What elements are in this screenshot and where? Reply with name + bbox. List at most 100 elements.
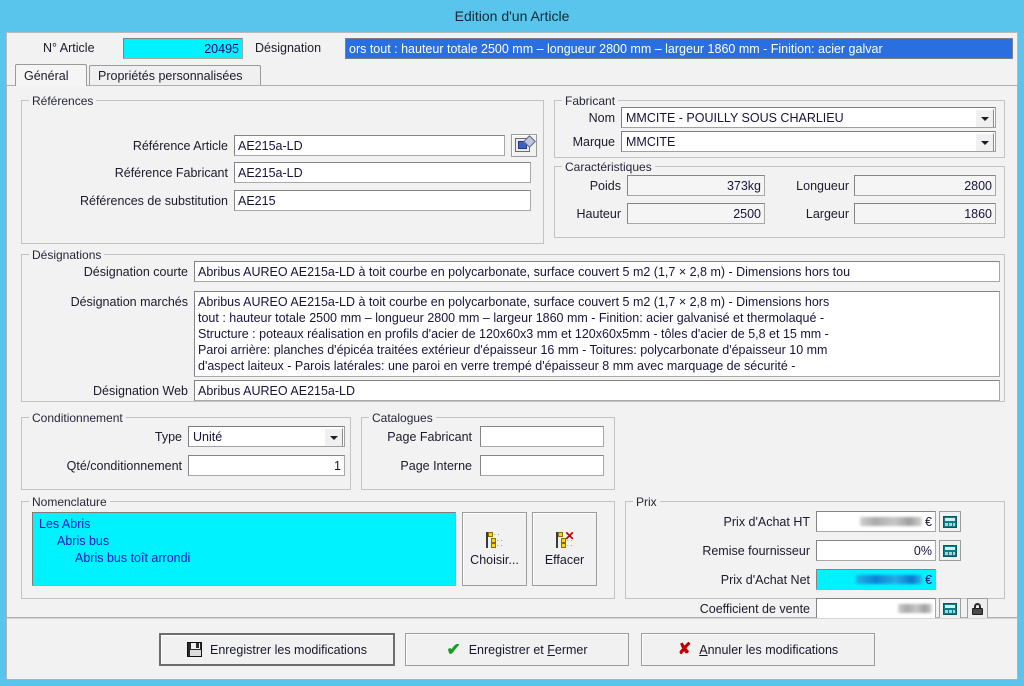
save-button[interactable]: Enregistrer les modifications bbox=[159, 633, 395, 666]
page-fabricant-label: Page Fabricant bbox=[387, 430, 472, 444]
clear-node-icon: ·· ·· ✕ bbox=[555, 528, 575, 550]
currency-symbol: € bbox=[925, 514, 932, 529]
designation-web-input[interactable]: Abribus AUREO AE215a-LD bbox=[194, 380, 1000, 401]
save-and-close-button-label: Enregistrer et Fermer bbox=[468, 642, 588, 657]
conditionnement-group: Conditionnement Type Unité Qté/condition… bbox=[21, 411, 351, 490]
lock-icon bbox=[972, 602, 983, 615]
chevron-down-icon[interactable] bbox=[975, 133, 994, 151]
longueur-input[interactable]: 2800 bbox=[854, 175, 996, 196]
window-titlebar: Edition d'un Article bbox=[0, 0, 1024, 32]
conditionnement-type-value: Unité bbox=[193, 429, 223, 444]
poids-input[interactable]: 373kg bbox=[627, 175, 765, 196]
currency-symbol: € bbox=[925, 572, 932, 587]
prix-achat-net-label: Prix d'Achat Net bbox=[720, 573, 810, 587]
coefficient-vente-calculator-button[interactable] bbox=[939, 598, 961, 619]
chevron-down-icon[interactable] bbox=[324, 428, 343, 446]
close-icon: ✕ bbox=[564, 528, 575, 543]
caracteristiques-group-title: Caractéristiques bbox=[562, 160, 655, 174]
prix-group: Prix Prix d'Achat HT € Remise fournisseu… bbox=[625, 495, 1005, 677]
references-substitution-input[interactable]: AE215 bbox=[234, 190, 531, 211]
effacer-button[interactable]: ·· ·· ✕ Effacer bbox=[532, 512, 597, 586]
designation-label: Désignation bbox=[255, 41, 322, 55]
chevron-down-icon[interactable] bbox=[975, 109, 994, 127]
catalogues-group-title: Catalogues bbox=[369, 411, 436, 425]
document-properties-icon bbox=[515, 134, 536, 154]
close-icon: ✘ bbox=[677, 640, 692, 658]
coefficient-vente-label: Coefficient de vente bbox=[699, 602, 810, 616]
prix-achat-ht-calculator-button[interactable] bbox=[939, 511, 961, 532]
coefficient-vente-input[interactable] bbox=[816, 598, 936, 619]
article-number-input[interactable]: 20495 bbox=[123, 38, 243, 59]
tab-strip: Général Propriétés personnalisées bbox=[6, 63, 1018, 86]
nomenclature-tree-node[interactable]: Abris bus bbox=[39, 533, 449, 550]
qte-conditionnement-input[interactable]: 1 bbox=[188, 455, 345, 476]
general-tab-panel: Références Référence Article AE215a-LD R… bbox=[6, 85, 1018, 677]
reference-fabricant-label: Référence Fabricant bbox=[114, 166, 228, 180]
designation-marches-textarea[interactable]: Abribus AUREO AE215a-LD à toit courbe en… bbox=[194, 291, 1000, 377]
tab-proprietes-label: Propriétés personnalisées bbox=[98, 69, 243, 83]
calculator-icon bbox=[943, 602, 957, 615]
save-and-close-button[interactable]: ✔ Enregistrer et Fermer bbox=[405, 633, 629, 666]
prix-achat-net-input[interactable]: € bbox=[816, 569, 936, 590]
caracteristiques-group: Caractéristiques Poids 373kg Longueur 28… bbox=[554, 160, 1005, 238]
nomenclature-tree[interactable]: Les Abris Abris bus Abris bus toît arron… bbox=[32, 512, 456, 586]
reference-article-input[interactable]: AE215a-LD bbox=[234, 135, 505, 156]
window-title: Edition d'un Article bbox=[454, 8, 570, 24]
nomenclature-group-title: Nomenclature bbox=[29, 495, 110, 509]
coefficient-vente-lock-button[interactable] bbox=[967, 598, 988, 619]
fabricant-group: Fabricant Nom MMCITE - POUILLY SOUS CHAR… bbox=[554, 94, 1005, 158]
prix-group-title: Prix bbox=[633, 495, 660, 509]
designation-courte-input[interactable]: Abribus AUREO AE215a-LD à toit courbe en… bbox=[194, 261, 1000, 282]
reference-fabricant-input[interactable]: AE215a-LD bbox=[234, 162, 531, 183]
prix-achat-ht-input[interactable]: € bbox=[816, 511, 936, 532]
masked-value bbox=[860, 517, 923, 526]
fabricant-marque-select[interactable]: MMCITE bbox=[621, 131, 996, 152]
remise-fournisseur-label: Remise fournisseur bbox=[702, 544, 810, 558]
designation-marches-line: Abribus AUREO AE215a-LD à toit courbe en… bbox=[198, 295, 830, 309]
page-fabricant-input[interactable] bbox=[480, 426, 604, 447]
designation-marches-line: d'aspect laiteux - Parois latérales: une… bbox=[198, 359, 796, 373]
fabricant-group-title: Fabricant bbox=[562, 94, 619, 108]
effacer-button-label: Effacer bbox=[544, 552, 585, 567]
article-number-label: N° Article bbox=[43, 41, 95, 55]
tab-general-label: Général bbox=[24, 68, 69, 83]
fabricant-marque-value: MMCITE bbox=[626, 134, 676, 149]
remise-fournisseur-input[interactable]: 0% bbox=[816, 540, 936, 561]
conditionnement-type-label: Type bbox=[154, 430, 182, 444]
cancel-button-label: Annuler les modifications bbox=[699, 642, 839, 657]
designations-group-title: Désignations bbox=[29, 248, 105, 262]
document-properties-icon-button[interactable] bbox=[511, 134, 537, 157]
conditionnement-group-title: Conditionnement bbox=[29, 411, 126, 425]
calculator-icon bbox=[943, 544, 957, 557]
save-button-label: Enregistrer les modifications bbox=[209, 642, 367, 657]
designation-marches-line: Paroi arrière: planches d'épicéa traitée… bbox=[198, 343, 828, 357]
remise-fournisseur-calculator-button[interactable] bbox=[939, 540, 961, 561]
fabricant-nom-select[interactable]: MMCITE - POUILLY SOUS CHARLIEU bbox=[621, 107, 996, 128]
cancel-button[interactable]: ✘ Annuler les modifications bbox=[641, 633, 875, 666]
references-substitution-label: Références de substitution bbox=[79, 194, 228, 208]
designation-web-label: Désignation Web bbox=[93, 384, 188, 398]
choisir-button[interactable]: ·· ·· ·· Choisir... bbox=[462, 512, 527, 586]
references-group: Références Référence Article AE215a-LD R… bbox=[21, 94, 544, 244]
masked-value bbox=[898, 604, 932, 613]
page-interne-label: Page Interne bbox=[400, 459, 472, 473]
largeur-input[interactable]: 1860 bbox=[854, 203, 996, 224]
longueur-label: Longueur bbox=[796, 179, 849, 193]
tab-proprietes-personnalisees[interactable]: Propriétés personnalisées bbox=[89, 65, 261, 86]
conditionnement-type-select[interactable]: Unité bbox=[188, 426, 345, 447]
designation-courte-label: Désignation courte bbox=[83, 265, 188, 279]
fabricant-nom-label: Nom bbox=[588, 111, 615, 125]
hauteur-input[interactable]: 2500 bbox=[627, 203, 765, 224]
masked-value bbox=[856, 575, 923, 584]
hauteur-label: Hauteur bbox=[576, 207, 621, 221]
page-interne-input[interactable] bbox=[480, 455, 604, 476]
designation-input[interactable]: ors tout : hauteur totale 2500 mm – long… bbox=[345, 38, 1013, 59]
article-edit-window: Edition d'un Article N° Article 20495 Dé… bbox=[0, 0, 1024, 686]
poids-label: Poids bbox=[589, 179, 621, 193]
nomenclature-tree-node[interactable]: Abris bus toît arrondi bbox=[39, 550, 449, 567]
designation-marches-label: Désignation marchés bbox=[70, 295, 188, 309]
tab-general[interactable]: Général bbox=[15, 64, 87, 86]
nomenclature-tree-node[interactable]: Les Abris bbox=[39, 516, 449, 533]
designations-group: Désignations Désignation courte Abribus … bbox=[21, 248, 1005, 402]
nomenclature-group: Nomenclature Les Abris Abris bus Abris b… bbox=[21, 495, 615, 599]
